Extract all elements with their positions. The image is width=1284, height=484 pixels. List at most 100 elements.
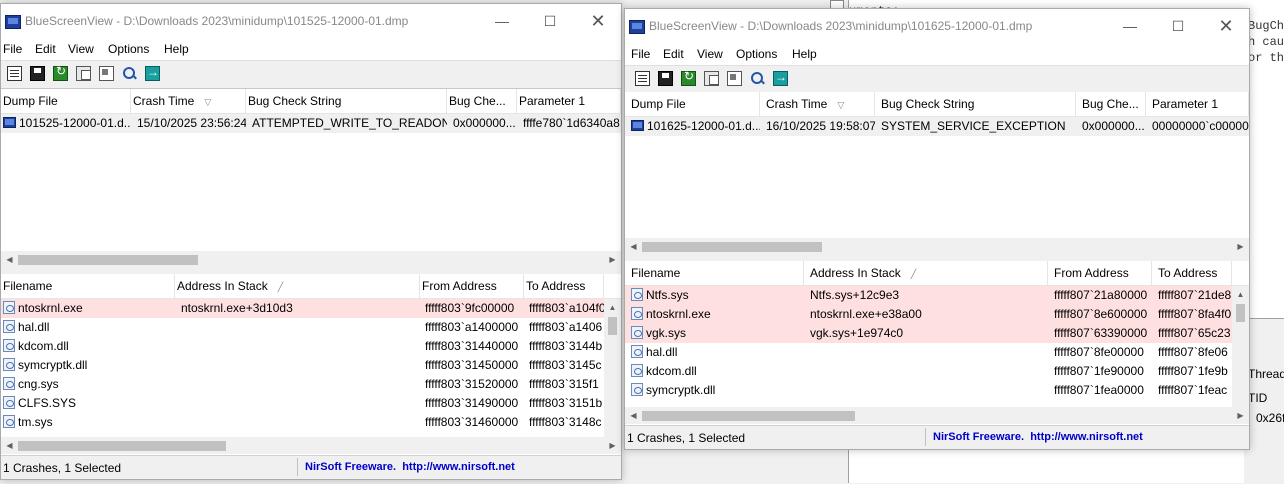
scroll-thumb[interactable] xyxy=(1236,304,1245,322)
driver-row[interactable]: vgk.sys vgk.sys+1e974c0 fffff807`63390000 f… xyxy=(625,324,1249,343)
col-parameter-1[interactable]: Parameter 1 xyxy=(1146,92,1249,116)
scroll-right-icon[interactable]: ▶ xyxy=(1232,238,1249,255)
driver-row[interactable]: Ntfs.sys Ntfs.sys+12c9e3 fffff807`21a80000… xyxy=(625,286,1249,305)
driver-row[interactable]: kdcom.dll fffff807`1fe90000 fffff807`1fe9b xyxy=(625,362,1249,381)
crash-list[interactable]: Dump File Crash Time ▽ Bug Check String B… xyxy=(625,92,1249,236)
exit-icon[interactable] xyxy=(773,70,788,86)
col-bug-check-string[interactable]: Bug Check String xyxy=(246,89,447,113)
address-in-stack: Ntfs.sys+12c9e3 xyxy=(810,288,900,302)
col-from-address[interactable]: From Address xyxy=(420,274,524,298)
driver-list-vscroll[interactable]: ▲ xyxy=(604,299,621,437)
col-filename[interactable]: Filename xyxy=(1,274,175,298)
col-address-in-stack[interactable]: Address In Stack ╱ xyxy=(175,274,420,298)
driver-list-hscroll[interactable]: ◀ ▶ xyxy=(1,437,621,454)
driver-row[interactable]: symcryptk.dll fffff803`31450000 fffff803`3… xyxy=(1,356,621,375)
col-to-address[interactable]: To Address xyxy=(1152,261,1232,285)
driver-row[interactable]: hal.dll fffff807`8fe00000 fffff807`8fe06 xyxy=(625,343,1249,362)
menu-options[interactable]: Options xyxy=(736,47,777,61)
driver-filename: kdcom.dll xyxy=(646,364,697,378)
col-bug-check-string[interactable]: Bug Check String xyxy=(875,92,1076,116)
menu-view[interactable]: View xyxy=(697,47,723,61)
refresh-icon[interactable] xyxy=(53,64,68,81)
html-report-icon[interactable] xyxy=(635,71,650,86)
scroll-left-icon[interactable]: ◀ xyxy=(1,437,18,454)
scroll-thumb[interactable] xyxy=(18,255,198,265)
scroll-right-icon[interactable]: ▶ xyxy=(604,437,621,454)
driver-row[interactable]: tm.sys fffff803`31460000 fffff803`3148c xyxy=(1,413,621,432)
sort-arrow-icon: ▽ xyxy=(837,100,845,110)
minimize-button[interactable]: — xyxy=(480,8,524,34)
search-icon[interactable] xyxy=(750,71,765,86)
driver-list-hscroll[interactable]: ◀ ▶ xyxy=(625,407,1249,424)
menu-edit[interactable]: Edit xyxy=(663,47,684,61)
driver-list[interactable]: Filename Address In Stack ╱ From Address … xyxy=(625,261,1249,407)
driver-row[interactable]: hal.dll fffff803`a1400000 fffff803`a1406 xyxy=(1,318,621,337)
minimize-button[interactable]: — xyxy=(1108,13,1152,39)
search-icon[interactable] xyxy=(122,66,137,81)
crash-list-hscroll[interactable]: ◀ ▶ xyxy=(1,251,621,268)
address-in-stack xyxy=(181,337,420,356)
scroll-left-icon[interactable]: ◀ xyxy=(625,238,642,255)
crash-list[interactable]: Dump File Crash Time ▽ Bug Check String B… xyxy=(1,89,621,251)
col-crash-time[interactable]: Crash Time ▽ xyxy=(760,92,875,116)
crash-row[interactable]: 101525-12000-01.d... 15/10/2025 23:56:24… xyxy=(1,114,621,133)
scroll-thumb[interactable] xyxy=(642,242,822,252)
scroll-right-icon[interactable]: ▶ xyxy=(604,251,621,268)
menu-options[interactable]: Options xyxy=(108,42,149,56)
maximize-button[interactable]: ☐ xyxy=(528,8,572,34)
properties-icon[interactable] xyxy=(99,66,114,81)
col-from-address[interactable]: From Address xyxy=(1048,261,1152,285)
menu-edit[interactable]: Edit xyxy=(35,42,56,56)
col-dump-file[interactable]: Dump File xyxy=(1,89,131,113)
scroll-left-icon[interactable]: ◀ xyxy=(1,251,18,268)
nirsoft-link[interactable]: NirSoft Freeware. http://www.nirsoft.net xyxy=(305,461,515,473)
scroll-left-icon[interactable]: ◀ xyxy=(625,407,642,424)
html-report-icon[interactable] xyxy=(7,66,22,81)
driver-row[interactable]: ntoskrnl.exe ntoskrnl.exe+e38a00 fffff807`… xyxy=(625,305,1249,324)
driver-row[interactable]: symcryptk.dll fffff807`1fea0000 fffff807`1… xyxy=(625,381,1249,400)
driver-row[interactable]: kdcom.dll fffff803`31440000 fffff803`3144b xyxy=(1,337,621,356)
driver-list[interactable]: Filename Address In Stack ╱ From Address … xyxy=(1,274,621,437)
copy-icon[interactable] xyxy=(704,71,719,86)
nirsoft-link[interactable]: NirSoft Freeware. http://www.nirsoft.net xyxy=(933,431,1143,443)
title-bar[interactable]: BlueScreenView - D:\Downloads 2023\minid… xyxy=(1,4,621,38)
col-to-address[interactable]: To Address xyxy=(524,274,604,298)
close-button[interactable]: ✕ xyxy=(1204,13,1248,39)
driver-row[interactable]: cng.sys fffff803`31520000 fffff803`315f1 xyxy=(1,375,621,394)
scroll-thumb[interactable] xyxy=(18,441,226,451)
menu-help[interactable]: Help xyxy=(164,42,189,56)
col-filename[interactable]: Filename xyxy=(625,261,804,285)
crash-row[interactable]: 101625-12000-01.d... 16/10/2025 19:58:07… xyxy=(625,117,1249,136)
scroll-up-icon[interactable]: ▲ xyxy=(604,299,621,316)
col-parameter-1[interactable]: Parameter 1 xyxy=(517,89,621,113)
col-dump-file[interactable]: Dump File xyxy=(625,92,760,116)
col-crash-time[interactable]: Crash Time ▽ xyxy=(131,89,246,113)
dump-file-icon xyxy=(631,120,644,132)
scroll-thumb[interactable] xyxy=(608,317,617,335)
scroll-up-icon[interactable]: ▲ xyxy=(1232,286,1249,303)
menu-help[interactable]: Help xyxy=(792,47,817,61)
from-address: fffff803`9fc00000 xyxy=(425,301,515,315)
copy-icon[interactable] xyxy=(76,66,91,81)
driver-row[interactable]: CLFS.SYS fffff803`31490000 fffff803`3151b xyxy=(1,394,621,413)
menu-file[interactable]: File xyxy=(3,42,22,56)
crash-list-hscroll[interactable]: ◀ ▶ xyxy=(625,238,1249,255)
title-bar[interactable]: BlueScreenView - D:\Downloads 2023\minid… xyxy=(625,9,1249,43)
properties-icon[interactable] xyxy=(727,71,742,86)
driver-row[interactable]: ntoskrnl.exe ntoskrnl.exe+3d10d3 fffff803`… xyxy=(1,299,621,318)
driver-list-vscroll[interactable]: ▲ xyxy=(1232,286,1249,407)
exit-icon[interactable] xyxy=(145,65,160,81)
scroll-right-icon[interactable]: ▶ xyxy=(1232,407,1249,424)
save-icon[interactable] xyxy=(658,71,673,86)
maximize-button[interactable]: ☐ xyxy=(1156,13,1200,39)
menu-file[interactable]: File xyxy=(631,47,650,61)
close-button[interactable]: ✕ xyxy=(576,8,620,34)
refresh-icon[interactable] xyxy=(681,69,696,86)
col-address-in-stack[interactable]: Address In Stack ╱ xyxy=(804,261,1048,285)
col-bug-check-code[interactable]: Bug Che... xyxy=(1076,92,1146,116)
scroll-thumb[interactable] xyxy=(642,411,855,421)
col-bug-check-code[interactable]: Bug Che... xyxy=(447,89,517,113)
to-address: fffff803`3144b xyxy=(529,339,603,353)
save-icon[interactable] xyxy=(30,66,45,81)
menu-view[interactable]: View xyxy=(68,42,94,56)
